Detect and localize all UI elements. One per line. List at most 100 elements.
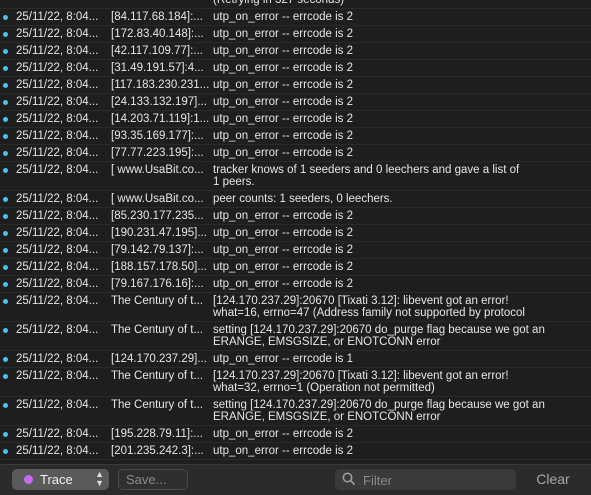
log-row[interactable]: 25/11/22, 8:04... The Century of t... [124… — [0, 293, 591, 322]
clear-button[interactable]: Clear — [525, 469, 581, 490]
log-date: 25/11/22, 8:04... — [16, 353, 99, 365]
log-date: 25/11/22, 8:04... — [16, 130, 99, 142]
log-row[interactable]: (Retrying in 327 seconds) — [0, 0, 591, 9]
log-date: 25/11/22, 8:04... — [16, 45, 99, 57]
log-row[interactable]: 25/11/22, 8:04... The Century of t... [124… — [0, 368, 591, 397]
status-dot-icon — [3, 357, 8, 362]
log-date: 25/11/22, 8:04... — [16, 295, 99, 307]
status-dot-icon — [3, 168, 8, 173]
save-button[interactable]: Save... — [118, 469, 188, 490]
updown-chevron-icon: ▲ ▼ — [95, 469, 104, 488]
log-source: [24.133.132.197]... — [111, 96, 207, 108]
log-row[interactable]: 25/11/22, 8:04... [117.183.230.231... utp_… — [0, 77, 591, 94]
status-dot-icon — [3, 403, 8, 408]
log-row[interactable]: 25/11/22, 8:04... [31.49.191.57]:4... utp_… — [0, 60, 591, 77]
log-source: [ www.UsaBit.co... — [111, 193, 204, 205]
log-message-line: tracker knows of 1 seeders and 0 leecher… — [213, 164, 520, 176]
log-row[interactable]: 25/11/22, 8:04... [24.133.132.197]... utp_… — [0, 94, 591, 111]
log-row[interactable]: 25/11/22, 8:04... [77.77.223.195]:... utp_… — [0, 145, 591, 162]
log-row[interactable]: 25/11/22, 8:04... The Century of t... sett… — [0, 397, 591, 426]
log-message-line: [124.170.237.29]:20670 [Tixati 3.12]: li… — [213, 370, 509, 382]
log-message: [124.170.237.29]:20670 [Tixati 3.12]: li… — [213, 295, 591, 319]
status-dot-icon — [3, 449, 8, 454]
log-row[interactable]: 25/11/22, 8:04... [188.157.178.50]... utp_… — [0, 259, 591, 276]
log-date: 25/11/22, 8:04... — [16, 193, 99, 205]
search-icon — [342, 472, 355, 488]
log-message: utp_on_error -- errcode is 2 — [213, 147, 591, 159]
log-row[interactable]: 25/11/22, 8:04...[213.152.161.133...utp_… — [0, 460, 591, 462]
log-row[interactable]: 25/11/22, 8:04... [124.170.237.29]... utp_… — [0, 351, 591, 368]
log-message: utp_on_error -- errcode is 2 — [213, 278, 591, 290]
filter-input[interactable] — [361, 471, 515, 489]
log-row[interactable]: 25/11/22, 8:04... [172.83.40.148]:... utp_… — [0, 26, 591, 43]
log-message-line: what=32, errno=1 (Operation not permitte… — [213, 382, 435, 394]
log-source: [124.170.237.29]... — [111, 353, 207, 365]
log-source: [42.117.109.77]:... — [111, 45, 203, 57]
log-row[interactable]: 25/11/22, 8:04... [201.235.242.3]:... utp_… — [0, 443, 591, 460]
log-date: 25/11/22, 8:04... — [16, 96, 99, 108]
status-dot-icon — [3, 15, 8, 20]
log-message-line: utp_on_error -- errcode is 2 — [213, 113, 353, 125]
log-message-line: peer counts: 1 seeders, 0 leechers. — [213, 193, 393, 205]
log-date: 25/11/22, 8:04... — [16, 28, 99, 40]
log-source: [14.203.71.119]:1... — [111, 113, 210, 125]
log-level-select[interactable]: Trace ▲ ▼ — [12, 469, 109, 490]
log-row[interactable]: 25/11/22, 8:04... [85.230.177.235... utp_o… — [0, 208, 591, 225]
log-message-line: utp_on_error -- errcode is 2 — [213, 227, 353, 239]
log-message: utp_on_error -- errcode is 2 — [213, 62, 591, 74]
log-date: 25/11/22, 8:04... — [16, 11, 99, 23]
log-date: 25/11/22, 8:04... — [16, 428, 99, 440]
log-message: [124.170.237.29]:20670 [Tixati 3.12]: li… — [213, 370, 591, 394]
log-message: utp_on_error -- errcode is 2 — [213, 11, 591, 23]
log-row[interactable]: 25/11/22, 8:04... [14.203.71.119]:1... utp… — [0, 111, 591, 128]
log-row[interactable]: 25/11/22, 8:04... [84.117.68.184]:... utp_… — [0, 9, 591, 26]
log-date: 25/11/22, 8:04... — [16, 445, 99, 457]
log-date: 25/11/22, 8:04... — [16, 210, 99, 222]
log-message-line: utp_on_error -- errcode is 2 — [213, 428, 353, 440]
status-dot-icon — [3, 231, 8, 236]
status-dot-icon — [3, 0, 8, 3]
log-row[interactable]: 25/11/22, 8:04... [93.35.169.177]:... utp_… — [0, 128, 591, 145]
log-source: [117.183.230.231... — [111, 79, 210, 91]
log-row[interactable]: 25/11/22, 8:04... The Century of t... sett… — [0, 322, 591, 351]
log-source: [79.142.79.137]:... — [111, 244, 204, 256]
log-date: 25/11/22, 8:04... — [16, 244, 99, 256]
status-dot-icon — [3, 32, 8, 37]
log-row[interactable]: 25/11/22, 8:04... [79.167.176.16]:... utp_… — [0, 276, 591, 293]
log-source: The Century of t... — [111, 324, 204, 336]
log-message-line: utp_on_error -- errcode is 2 — [213, 28, 353, 40]
log-row[interactable]: 25/11/22, 8:04... [ www.UsaBit.co... peer … — [0, 191, 591, 208]
log-message-line: ERANGE, EMSGSIZE, or ENOTCONN error — [213, 411, 441, 423]
log-row[interactable]: 25/11/22, 8:04... [195.228.79.11]:... utp_… — [0, 426, 591, 443]
status-dot-icon — [3, 49, 8, 54]
filter-field[interactable] — [335, 469, 516, 490]
log-message-line: utp_on_error -- errcode is 2 — [213, 79, 353, 91]
bottom-toolbar: Trace ▲▼ Save... Clear — [0, 464, 591, 495]
log-source: [93.35.169.177]:... — [111, 130, 204, 142]
log-date: 25/11/22, 8:04... — [16, 261, 99, 273]
log-row[interactable]: 25/11/22, 8:04... [42.117.109.77]:... utp_… — [0, 43, 591, 60]
status-dot-icon — [3, 214, 8, 219]
log-row[interactable]: 25/11/22, 8:04... [ www.UsaBit.co... track… — [0, 162, 591, 191]
log-row[interactable]: 25/11/22, 8:04... [79.142.79.137]:... utp_… — [0, 242, 591, 259]
log-message-line: utp_on_error -- errcode is 2 — [213, 244, 353, 256]
status-dot-icon — [3, 134, 8, 139]
log-message-line: utp_on_error -- errcode is 2 — [213, 62, 353, 74]
log-source: [85.230.177.235... — [111, 210, 204, 222]
log-source: The Century of t... — [111, 295, 204, 307]
message-log-list[interactable]: (Retrying in 327 seconds) 25/11/22, 8:04.… — [0, 0, 591, 462]
status-dot-icon — [3, 265, 8, 270]
log-message: utp_on_error -- errcode is 2 — [213, 113, 591, 125]
log-date: 25/11/22, 8:04... — [16, 147, 99, 159]
status-dot-icon — [3, 151, 8, 156]
status-dot-icon — [3, 197, 8, 202]
log-message-line: utp_on_error -- errcode is 1 — [213, 353, 353, 365]
log-message-line: utp_on_error -- errcode is 2 — [213, 278, 353, 290]
log-source: [79.167.176.16]:... — [111, 278, 204, 290]
log-message: utp_on_error -- errcode is 2 — [213, 428, 591, 440]
status-dot-icon — [3, 83, 8, 88]
log-level-label: Trace — [40, 472, 73, 487]
log-row[interactable]: 25/11/22, 8:04... [190.231.47.195]... utp_… — [0, 225, 591, 242]
log-message: setting [124.170.237.29]:20670 do_purge … — [213, 324, 591, 348]
log-message-line: utp_on_error -- errcode is 2 — [213, 147, 353, 159]
